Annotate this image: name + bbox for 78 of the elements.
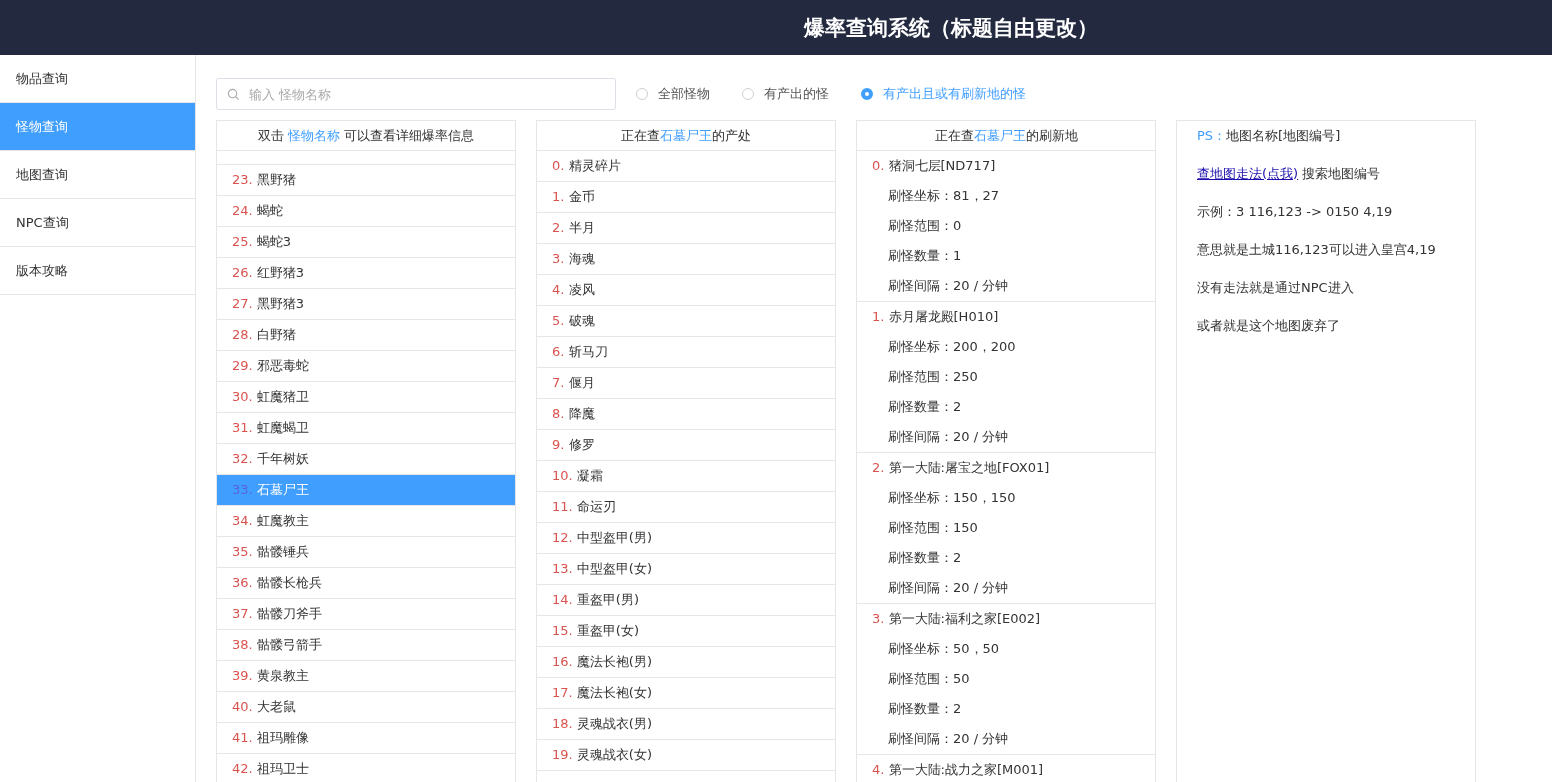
drop-list-item[interactable]: 0. 精灵碎片 (537, 151, 835, 182)
monster-list-item[interactable]: 29. 邪恶毒蛇 (217, 351, 515, 382)
drop-list-item[interactable]: 11. 命运刃 (537, 492, 835, 523)
monster-list-item[interactable]: 24. 蝎蛇 (217, 196, 515, 227)
spawn-map-name: 1. 赤月屠龙殿[H010] (871, 308, 1000, 326)
drop-list-item[interactable]: 17. 魔法长袍(女) (537, 678, 835, 709)
drop-list-item[interactable]: 10. 凝霜 (537, 461, 835, 492)
spawn-detail: 刷怪间隔：20 / 分钟 (887, 579, 1010, 597)
spawn-detail: 刷怪数量：2 (887, 398, 963, 416)
drop-list-item[interactable]: 5. 破魂 (537, 306, 835, 337)
map-route-link[interactable]: 查地图走法(点我) (1197, 166, 1299, 181)
spawn-detail: 刷怪坐标：50，50 (887, 640, 1001, 658)
radio-option[interactable]: 有产出的怪 (742, 85, 829, 103)
note-text: 意思就是土城116,123可以进入皇宫4,19 (1197, 241, 1437, 259)
panel-heading: 正在查石墓尸王的产处 (621, 128, 751, 143)
note-text: 搜索地图编号 (1301, 166, 1381, 181)
spawn-detail: 刷怪范围：150 (887, 519, 979, 537)
drop-list-item[interactable]: 1. 金币 (537, 182, 835, 213)
spawn-detail: 刷怪间隔：20 / 分钟 (887, 730, 1010, 748)
monster-list-item[interactable]: 31. 虹魔蝎卫 (217, 413, 515, 444)
monster-list-item[interactable]: 35. 骷髅锤兵 (217, 537, 515, 568)
monster-list-item[interactable]: 40. 大老鼠 (217, 692, 515, 723)
monster-list-item[interactable]: 34. 虹魔教主 (217, 506, 515, 537)
monster-list-item[interactable]: 36. 骷髅长枪兵 (217, 568, 515, 599)
spawn-detail: 刷怪范围：250 (887, 368, 979, 386)
sidebar-item[interactable]: 版本攻略 (0, 247, 195, 295)
radio-option[interactable]: 全部怪物 (636, 85, 710, 103)
drop-list-item[interactable]: 16. 魔法长袍(男) (537, 647, 835, 678)
drop-list-item[interactable]: 2. 半月 (537, 213, 835, 244)
spawn-map-name: 2. 第一大陆:屠宝之地[FOX01] (871, 459, 1051, 477)
spawn-detail: 刷怪坐标：200，200 (887, 338, 1017, 356)
monster-list-item[interactable]: 27. 黑野猪3 (217, 289, 515, 320)
spawn-detail: 刷怪间隔：20 / 分钟 (887, 277, 1010, 295)
drop-list-item[interactable]: 18. 灵魂战衣(男) (537, 709, 835, 740)
monster-list-item[interactable]: 30. 虹魔猪卫 (217, 382, 515, 413)
monster-list-item[interactable]: 37. 骷髅刀斧手 (217, 599, 515, 630)
drop-list-item[interactable]: 14. 重盔甲(男) (537, 585, 835, 616)
drop-list-item[interactable]: 3. 海魂 (537, 244, 835, 275)
drop-list-item[interactable]: 6. 斩马刀 (537, 337, 835, 368)
spawn-detail: 刷怪坐标：81，27 (887, 187, 1001, 205)
spawn-detail: 刷怪坐标：150，150 (887, 489, 1017, 507)
note-text: 示例：3 116,123 -> 0150 4,19 (1197, 203, 1394, 221)
sidebar-item[interactable]: NPC查询 (0, 199, 195, 247)
monster-list-item[interactable]: 42. 祖玛卫士 (217, 754, 515, 782)
search-field[interactable]: 输入 怪物名称 (216, 78, 616, 110)
drop-list-item[interactable]: 13. 中型盔甲(女) (537, 554, 835, 585)
note-text: 没有走法就是通过NPC进入 (1197, 279, 1355, 297)
spawn-map-name: 0. 猪洞七层[ND717] (871, 157, 997, 175)
drop-list-item[interactable]: 12. 中型盔甲(男) (537, 523, 835, 554)
monster-list-item[interactable]: 25. 蝎蛇3 (217, 227, 515, 258)
spawn-detail: 刷怪数量：1 (887, 247, 963, 265)
radio-button[interactable] (861, 88, 873, 100)
drop-list-item[interactable]: 4. 凌风 (537, 275, 835, 306)
drop-list-item[interactable]: 15. 重盔甲(女) (537, 616, 835, 647)
drop-list-item[interactable]: 8. 降魔 (537, 399, 835, 430)
page-title: 爆率查询系统（标题自由更改） (804, 14, 1098, 42)
sidebar-item[interactable]: 地图查询 (0, 151, 195, 199)
spawn-detail: 刷怪数量：2 (887, 700, 963, 718)
spawn-map-name: 4. 第一大陆:战力之家[M001] (871, 761, 1045, 779)
panel-heading: 正在查石墓尸王的刷新地 (934, 128, 1078, 143)
monster-list-item[interactable]: 38. 骷髅弓箭手 (217, 630, 515, 661)
monster-list-item[interactable]: 39. 黄泉教主 (217, 661, 515, 692)
drop-list-item[interactable]: 7. 偃月 (537, 368, 835, 399)
monster-list-item[interactable]: 26. 红野猪3 (217, 258, 515, 289)
note-text: PS：地图名称[地图编号] (1197, 127, 1342, 145)
spawn-detail: 刷怪范围：50 (887, 670, 971, 688)
spawn-detail: 刷怪间隔：20 / 分钟 (887, 428, 1010, 446)
search-icon (227, 88, 240, 101)
drop-list-item[interactable]: 19. 灵魂战衣(女) (537, 740, 835, 771)
spawn-detail: 刷怪范围：0 (887, 217, 963, 235)
monster-list-item[interactable]: 41. 祖玛雕像 (217, 723, 515, 754)
monster-list-item[interactable]: 28. 白野猪 (217, 320, 515, 351)
spawn-map-name: 3. 第一大陆:福利之家[E002] (871, 610, 1042, 628)
drop-list-item[interactable]: 9. 修罗 (537, 430, 835, 461)
panel-heading: 双击 怪物名称 可以查看详细爆率信息 (257, 128, 475, 143)
note-text: 或者就是这个地图废弃了 (1197, 317, 1341, 335)
spawn-detail: 刷怪数量：2 (887, 549, 963, 567)
monster-list-item[interactable]: 23. 黑野猪 (217, 165, 515, 196)
